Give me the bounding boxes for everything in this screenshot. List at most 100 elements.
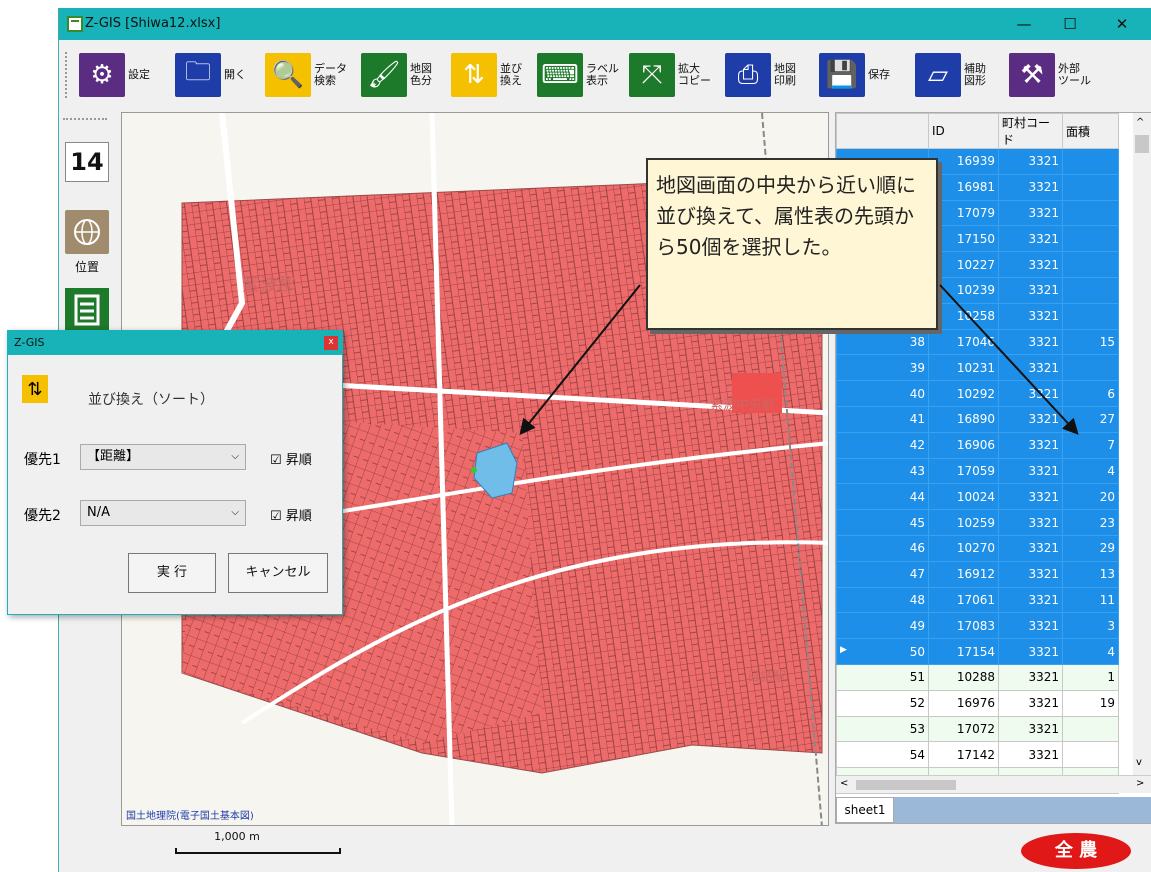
table-row[interactable]: 49 17083 3321 3 xyxy=(836,612,1119,640)
id-cell[interactable]: 10024 xyxy=(928,483,999,511)
area-cell[interactable] xyxy=(1062,199,1119,227)
code-cell[interactable]: 3321 xyxy=(998,354,1063,382)
table-row[interactable]: 47 16912 3321 13 xyxy=(836,560,1119,588)
toolbar-button-0[interactable]: ⚙ 設定 xyxy=(79,52,150,98)
code-cell[interactable]: 3321 xyxy=(998,405,1063,433)
row-number[interactable]: 47 xyxy=(836,560,929,588)
id-cell[interactable]: 17061 xyxy=(928,586,999,614)
area-cell[interactable]: 27 xyxy=(1062,405,1119,433)
execute-button[interactable]: 実 行 xyxy=(128,553,216,593)
table-row[interactable]: 38 17046 3321 15 xyxy=(836,328,1119,356)
scroll-thumb[interactable] xyxy=(1135,135,1149,153)
toolbar-button-8[interactable]: 💾 保存 xyxy=(819,52,890,98)
area-cell[interactable] xyxy=(1062,741,1119,769)
zoom-level[interactable]: 14 xyxy=(65,142,109,182)
code-cell[interactable]: 3321 xyxy=(998,689,1063,717)
code-cell[interactable]: 3321 xyxy=(998,225,1063,253)
row-number[interactable]: 51 xyxy=(836,663,929,691)
area-cell[interactable] xyxy=(1062,276,1119,304)
id-cell[interactable]: 16906 xyxy=(928,431,999,459)
id-cell[interactable]: 17150 xyxy=(928,225,999,253)
row-number[interactable]: 42 xyxy=(836,431,929,459)
area-cell[interactable] xyxy=(1062,354,1119,382)
id-cell[interactable]: 10292 xyxy=(928,380,999,407)
code-cell[interactable]: 3321 xyxy=(998,509,1063,536)
row-number[interactable]: 53 xyxy=(836,715,929,743)
id-cell[interactable]: 10288 xyxy=(928,663,999,691)
area-cell[interactable]: 1 xyxy=(1062,663,1119,691)
toolbar-button-4[interactable]: ⇅ 並び 換え xyxy=(451,52,522,98)
table-row[interactable]: 40 10292 3321 6 xyxy=(836,380,1119,407)
toolbar-button-9[interactable]: ▱ 補助 図形 xyxy=(915,52,986,98)
code-cell[interactable]: 3321 xyxy=(998,302,1063,330)
minimize-button[interactable]: — xyxy=(1001,12,1047,36)
row-number[interactable]: 39 xyxy=(836,354,929,382)
toolbar-button-6[interactable]: ⤧ 拡大 コピー xyxy=(629,52,711,98)
code-cell[interactable]: 3321 xyxy=(998,612,1063,640)
area-cell[interactable]: 13 xyxy=(1062,560,1119,588)
toolbar-button-1[interactable]: 🗀 開く xyxy=(175,52,246,98)
area-cell[interactable]: 3 xyxy=(1062,612,1119,640)
column-header[interactable]: 町村コード xyxy=(998,113,1063,149)
scroll-right-icon[interactable]: > xyxy=(1136,778,1144,789)
scroll-down-icon[interactable]: v xyxy=(1136,757,1142,768)
area-cell[interactable] xyxy=(1062,715,1119,743)
sheet-tab[interactable]: sheet1 xyxy=(836,797,894,823)
code-cell[interactable]: 3321 xyxy=(998,199,1063,227)
code-cell[interactable]: 3321 xyxy=(998,715,1063,743)
toolbar-grip[interactable] xyxy=(65,52,67,98)
row-number[interactable]: 49 xyxy=(836,612,929,640)
toolbar-button-10[interactable]: ⚒ 外部 ツール xyxy=(1009,52,1091,98)
table-row[interactable]: 41 16890 3321 27 xyxy=(836,405,1119,433)
column-header[interactable]: ID xyxy=(928,113,999,149)
id-cell[interactable]: 17046 xyxy=(928,328,999,356)
code-cell[interactable]: 3321 xyxy=(998,148,1063,175)
scroll-up-icon[interactable]: ^ xyxy=(1136,117,1144,128)
toolbar-button-7[interactable]: ⎙ 地図 印刷 xyxy=(725,52,796,98)
area-cell[interactable]: 23 xyxy=(1062,509,1119,536)
close-button[interactable]: ✕ xyxy=(1099,12,1145,36)
area-cell[interactable]: 7 xyxy=(1062,431,1119,459)
code-cell[interactable]: 3321 xyxy=(998,380,1063,407)
table-row[interactable]: 51 10288 3321 1 xyxy=(836,663,1119,691)
code-cell[interactable]: 3321 xyxy=(998,638,1063,665)
priority2-select[interactable]: N/A ⌵ xyxy=(80,500,246,526)
id-cell[interactable]: 16890 xyxy=(928,405,999,433)
dialog-close-button[interactable]: x xyxy=(324,336,338,350)
area-cell[interactable]: 19 xyxy=(1062,689,1119,717)
priority1-ascending-checkbox[interactable]: ☑ 昇順 xyxy=(270,449,312,468)
id-cell[interactable]: 17079 xyxy=(928,199,999,227)
row-number[interactable]: ▶ 50 xyxy=(836,638,929,665)
area-cell[interactable]: 6 xyxy=(1062,380,1119,407)
id-cell[interactable]: 17072 xyxy=(928,715,999,743)
code-cell[interactable]: 3321 xyxy=(998,741,1063,769)
area-cell[interactable]: 20 xyxy=(1062,483,1119,511)
code-cell[interactable]: 3321 xyxy=(998,173,1063,201)
id-cell[interactable]: 16976 xyxy=(928,689,999,717)
area-cell[interactable]: 4 xyxy=(1062,638,1119,665)
priority1-select[interactable]: 【距離】 ⌵ xyxy=(80,444,246,470)
table-row[interactable]: 44 10024 3321 20 xyxy=(836,483,1119,511)
area-cell[interactable]: 4 xyxy=(1062,457,1119,485)
row-number[interactable]: 40 xyxy=(836,380,929,407)
table-row[interactable]: 52 16976 3321 19 xyxy=(836,689,1119,717)
row-number[interactable]: 41 xyxy=(836,405,929,433)
area-cell[interactable] xyxy=(1062,173,1119,201)
priority2-ascending-checkbox[interactable]: ☑ 昇順 xyxy=(270,505,312,524)
area-cell[interactable]: 29 xyxy=(1062,534,1119,562)
code-cell[interactable]: 3321 xyxy=(998,457,1063,485)
table-row[interactable]: 45 10259 3321 23 xyxy=(836,509,1119,536)
toolbar-button-5[interactable]: ⌨ ラベル 表示 xyxy=(537,52,619,98)
id-cell[interactable]: 10231 xyxy=(928,354,999,382)
row-number[interactable]: 52 xyxy=(836,689,929,717)
code-cell[interactable]: 3321 xyxy=(998,483,1063,511)
table-row[interactable]: 42 16906 3321 7 xyxy=(836,431,1119,459)
id-cell[interactable]: 17059 xyxy=(928,457,999,485)
id-cell[interactable]: 16981 xyxy=(928,173,999,201)
table-row[interactable]: ▶ 50 17154 3321 4 xyxy=(836,638,1119,665)
code-cell[interactable]: 3321 xyxy=(998,328,1063,356)
area-cell[interactable] xyxy=(1062,302,1119,330)
list-icon[interactable] xyxy=(65,288,109,332)
table-row[interactable]: 53 17072 3321 xyxy=(836,715,1119,743)
row-number[interactable]: 38 xyxy=(836,328,929,356)
